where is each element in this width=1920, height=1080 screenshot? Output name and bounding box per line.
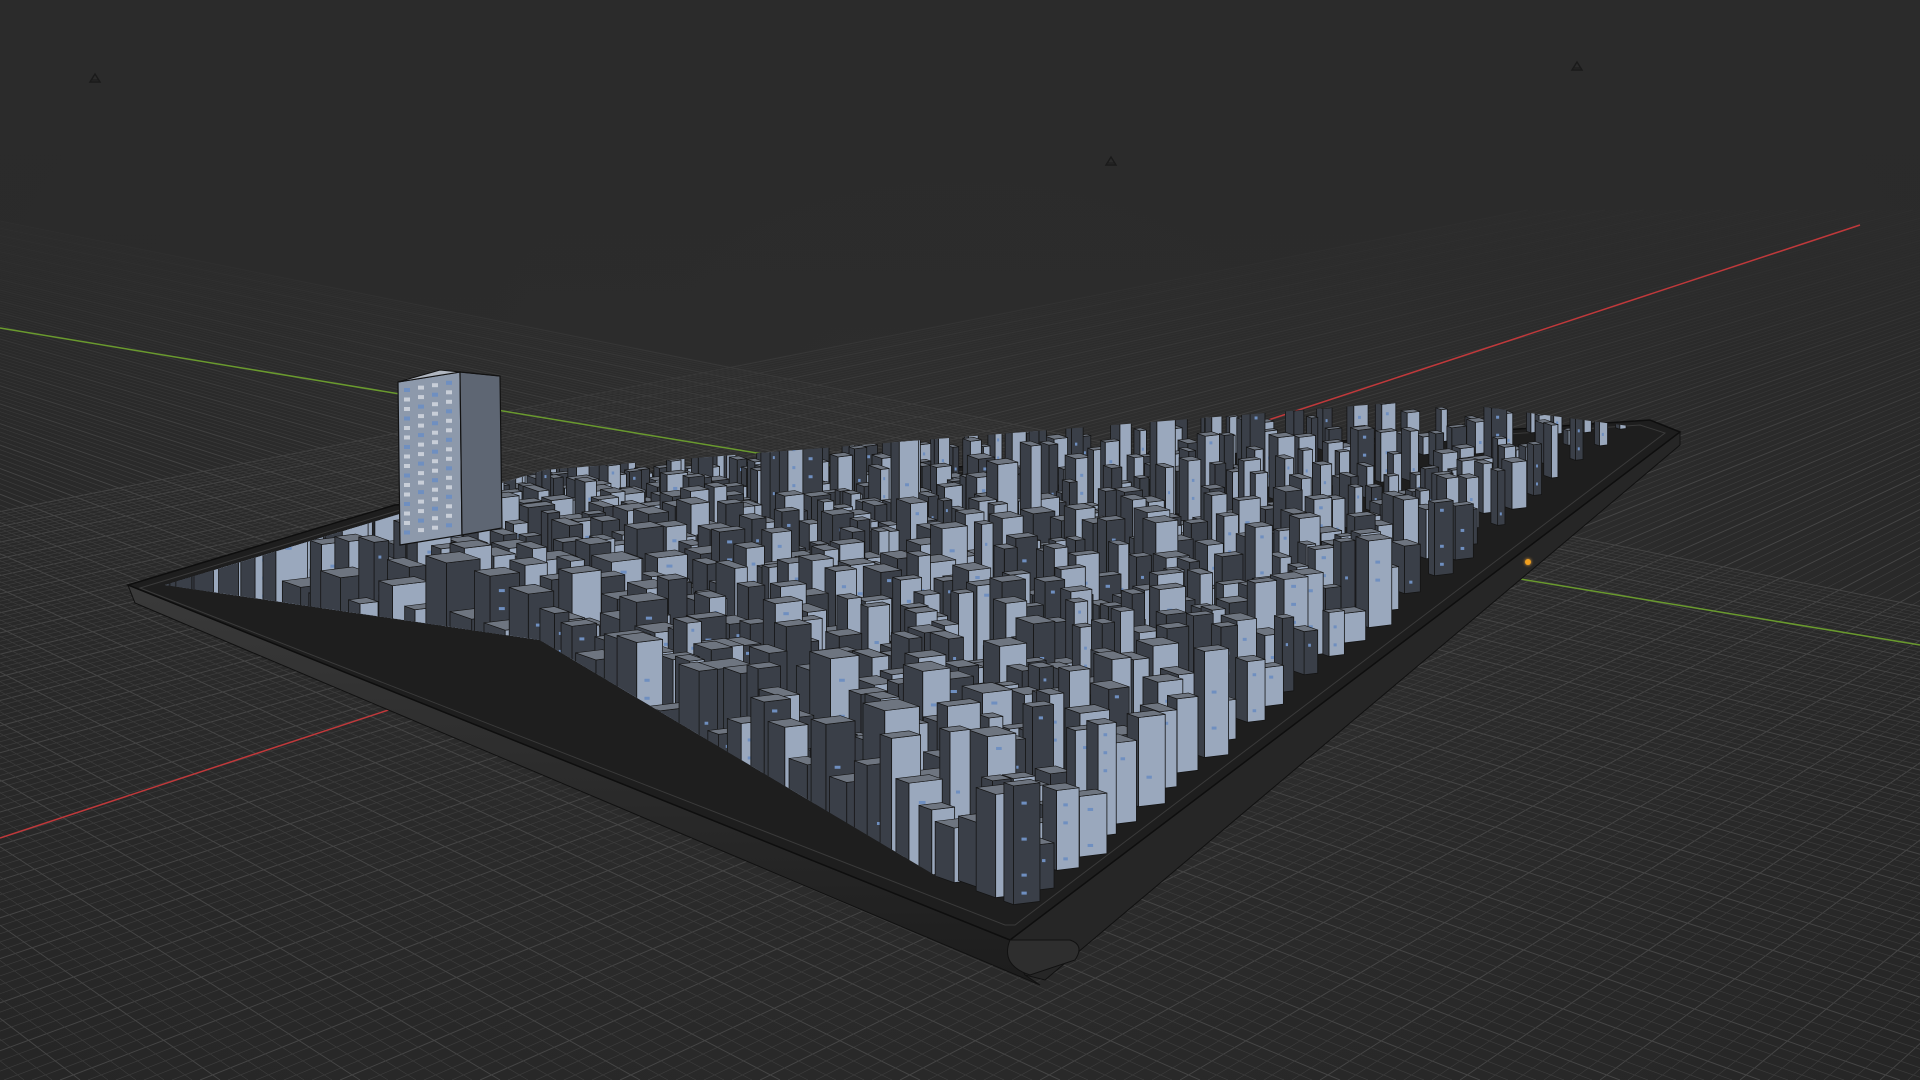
tower-window bbox=[404, 483, 410, 487]
tower-window bbox=[404, 454, 410, 459]
tower-window bbox=[432, 440, 438, 445]
tower-window bbox=[446, 399, 452, 404]
building bbox=[1428, 498, 1454, 577]
tower-window bbox=[418, 528, 424, 533]
building bbox=[1322, 608, 1345, 657]
tower-window bbox=[404, 397, 410, 402]
tower-window bbox=[446, 504, 452, 509]
tower-window bbox=[432, 487, 438, 492]
tower-window bbox=[418, 404, 424, 409]
tower-window bbox=[432, 497, 438, 502]
tower-window bbox=[446, 418, 452, 423]
tower-window bbox=[446, 513, 452, 518]
tower-window bbox=[418, 452, 424, 457]
light-icon[interactable] bbox=[1104, 155, 1118, 167]
tower-window bbox=[432, 430, 438, 435]
tower-window bbox=[446, 456, 452, 461]
light-icon[interactable] bbox=[88, 72, 102, 84]
tower-window bbox=[446, 494, 452, 499]
tower-window bbox=[418, 509, 424, 514]
building bbox=[1490, 467, 1506, 526]
tower-window bbox=[404, 445, 410, 449]
tower-window bbox=[446, 466, 452, 471]
tower-window bbox=[446, 485, 452, 490]
tower-window bbox=[446, 523, 452, 528]
object-origin-marker bbox=[1525, 559, 1531, 565]
tower-window bbox=[432, 459, 438, 464]
tower-window bbox=[404, 521, 410, 525]
tower-window bbox=[432, 411, 438, 416]
tower-window bbox=[432, 383, 438, 388]
tower-window bbox=[446, 447, 452, 452]
tower-window bbox=[432, 525, 438, 530]
tower-window bbox=[418, 518, 424, 523]
tower-window bbox=[432, 506, 438, 511]
tower-window bbox=[432, 516, 438, 521]
tower-window bbox=[418, 442, 424, 447]
tower-window bbox=[404, 530, 410, 535]
tower-window bbox=[432, 421, 438, 426]
tower-window bbox=[432, 449, 438, 454]
tower-window bbox=[404, 511, 410, 516]
tower-window bbox=[432, 402, 438, 407]
landmark-tower[interactable] bbox=[397, 369, 503, 546]
tower-window bbox=[432, 468, 438, 473]
tower-window bbox=[418, 490, 424, 495]
tower-window bbox=[404, 473, 410, 478]
tower-window bbox=[446, 409, 452, 414]
tower-window bbox=[432, 392, 438, 397]
viewport-canvas[interactable] bbox=[0, 0, 1920, 1080]
3d-viewport[interactable] bbox=[0, 0, 1920, 1080]
tower-window bbox=[446, 437, 452, 442]
tower-window bbox=[404, 416, 410, 421]
building bbox=[1003, 779, 1041, 906]
tower-window bbox=[446, 390, 452, 395]
tower-window bbox=[404, 435, 410, 440]
building bbox=[1526, 441, 1542, 497]
tower-window bbox=[446, 428, 452, 433]
tower-window bbox=[404, 407, 410, 411]
building bbox=[1569, 414, 1584, 461]
tower-window bbox=[418, 480, 424, 485]
tower-window bbox=[404, 464, 410, 468]
tower-window bbox=[418, 499, 424, 504]
building bbox=[1501, 456, 1528, 510]
tower-window bbox=[404, 502, 410, 506]
tower-window bbox=[418, 423, 424, 428]
building bbox=[1235, 655, 1266, 723]
tower-window bbox=[418, 461, 424, 466]
building bbox=[1291, 625, 1319, 676]
tower-window bbox=[446, 475, 452, 480]
building bbox=[1543, 421, 1559, 479]
tower-window bbox=[446, 380, 452, 385]
tower-window bbox=[418, 395, 424, 400]
light-icon[interactable] bbox=[1570, 60, 1584, 72]
tower-window bbox=[418, 471, 424, 476]
tower-window bbox=[404, 388, 410, 392]
tower-window bbox=[432, 478, 438, 483]
tower-window bbox=[404, 426, 410, 430]
building bbox=[1193, 644, 1229, 759]
tower-window bbox=[418, 385, 424, 390]
tower-window bbox=[404, 492, 410, 497]
tower-window bbox=[418, 414, 424, 419]
tower-window bbox=[418, 433, 424, 438]
